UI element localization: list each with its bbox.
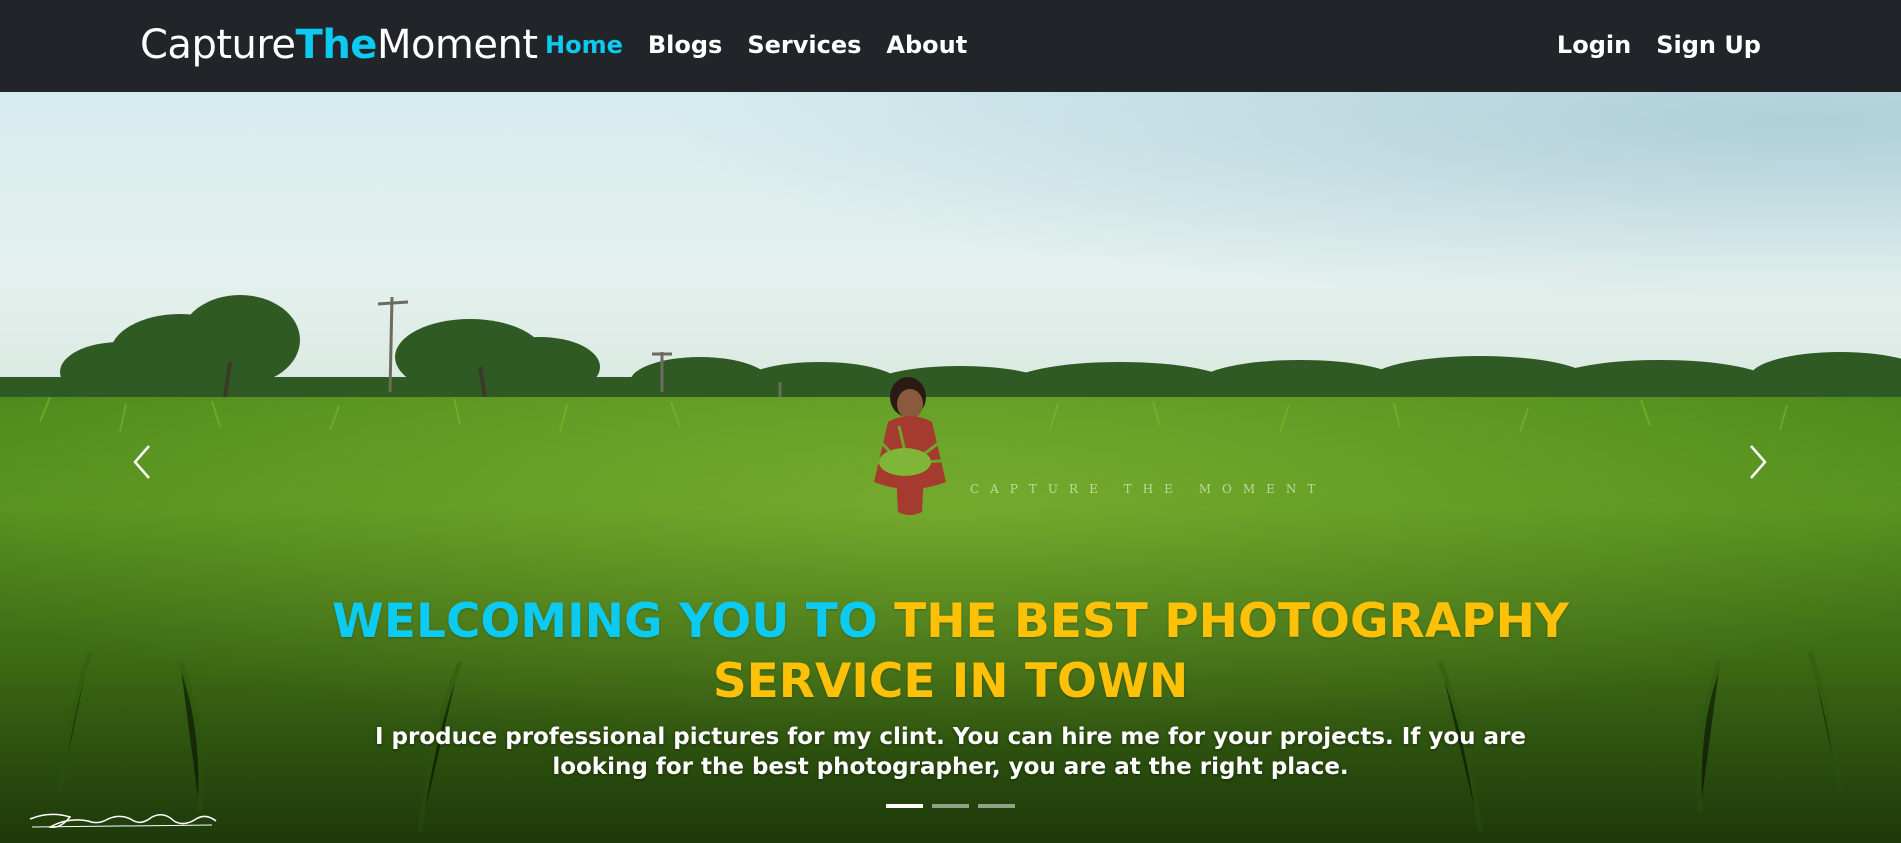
- photographer-signature: [29, 813, 217, 829]
- brand-part-capture: Capture: [140, 22, 296, 68]
- carousel-indicator-3[interactable]: [978, 804, 1015, 808]
- carousel-caption: WELCOMING YOU TO THE BEST PHOTOGRAPHY SE…: [300, 592, 1601, 782]
- carousel-indicators: [886, 804, 1015, 808]
- navbar: CaptureTheMoment Home Blogs Services Abo…: [0, 0, 1901, 92]
- brand-part-the: The: [295, 22, 378, 68]
- hero-description: I produce professional pictures for my c…: [374, 724, 1527, 780]
- chevron-left-icon: [133, 445, 150, 479]
- nav-home-link[interactable]: Home: [545, 31, 623, 59]
- carousel-indicator-2[interactable]: [932, 804, 969, 808]
- hero-carousel: CAPTURE THE MOMENT WELCOMING YOU TO THE …: [0, 92, 1901, 843]
- carousel-prev-button[interactable]: [122, 432, 162, 492]
- photo-watermark: CAPTURE THE MOMENT: [970, 482, 1327, 496]
- carousel-next-button[interactable]: [1738, 432, 1778, 492]
- nav-about-link[interactable]: About: [886, 31, 967, 59]
- carousel-indicator-1[interactable]: [886, 804, 923, 808]
- login-link[interactable]: Login: [1557, 31, 1631, 59]
- main-nav: Home Blogs Services About: [545, 31, 967, 59]
- brand-logo[interactable]: CaptureTheMoment: [140, 22, 538, 68]
- nav-blogs-link[interactable]: Blogs: [648, 31, 722, 59]
- chevron-right-icon: [1750, 445, 1767, 479]
- signup-link[interactable]: Sign Up: [1656, 31, 1761, 59]
- auth-nav: Login Sign Up: [1557, 31, 1761, 59]
- brand-part-moment: Moment: [376, 22, 538, 68]
- nav-services-link[interactable]: Services: [747, 31, 861, 59]
- headline-accent: WELCOMING YOU TO: [332, 594, 878, 649]
- hero-headline: WELCOMING YOU TO THE BEST PHOTOGRAPHY SE…: [300, 592, 1601, 712]
